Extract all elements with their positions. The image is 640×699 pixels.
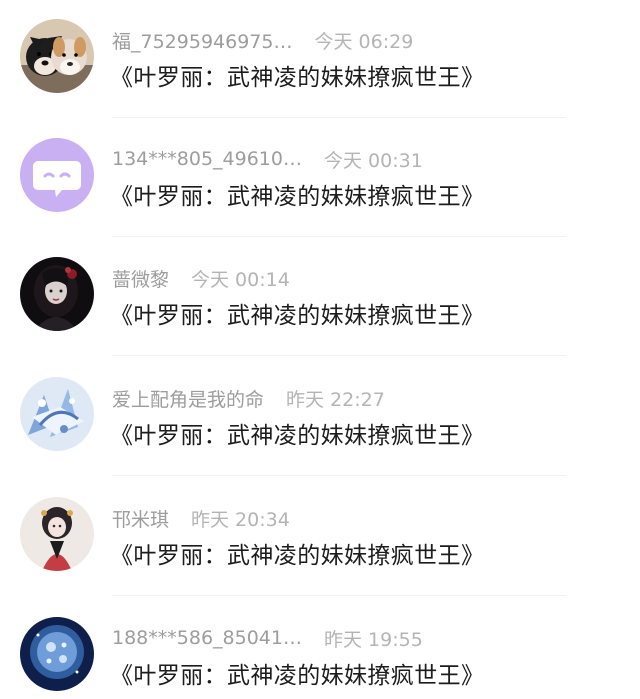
username[interactable]: 爱上配角是我的命 bbox=[112, 385, 264, 412]
default-chat-avatar[interactable] bbox=[20, 138, 94, 212]
blue-moon-avatar[interactable] bbox=[20, 617, 94, 691]
comment-meta: 爱上配角是我的命 昨天 22:27 bbox=[112, 384, 385, 412]
timestamp: 今天 06:29 bbox=[314, 30, 414, 53]
divider bbox=[112, 355, 566, 356]
username[interactable]: 福_75295946975… bbox=[112, 27, 292, 54]
comment-meta: 134***805_49610… 今天 00:31 bbox=[112, 145, 423, 173]
username[interactable]: 邗米琪 bbox=[112, 505, 169, 532]
comment-text: 《叶罗丽：武神凌的妹妹撩疯世王》 bbox=[110, 184, 485, 210]
comment-meta: 188***586_85041… 昨天 19:55 bbox=[112, 624, 423, 652]
comment-item[interactable]: 福_75295946975… 今天 06:29 《叶罗丽：武神凌的妹妹撩疯世王》 bbox=[0, 0, 640, 120]
comment-list: 福_75295946975… 今天 06:29 《叶罗丽：武神凌的妹妹撩疯世王》… bbox=[0, 0, 640, 699]
comment-meta: 邗米琪 昨天 20:34 bbox=[112, 504, 290, 532]
comment-item[interactable]: 蔷微黎 今天 00:14 《叶罗丽：武神凌的妹妹撩疯世王》 bbox=[0, 238, 640, 358]
crystal-dragon-avatar[interactable] bbox=[20, 377, 94, 451]
comment-item[interactable]: 134***805_49610… 今天 00:31 《叶罗丽：武神凌的妹妹撩疯世… bbox=[0, 119, 640, 239]
anime-girl-avatar[interactable] bbox=[20, 497, 94, 571]
comment-meta: 蔷微黎 今天 00:14 bbox=[112, 264, 290, 292]
dogs-avatar[interactable] bbox=[20, 19, 94, 93]
username[interactable]: 188***586_85041… bbox=[112, 627, 302, 649]
username[interactable]: 134***805_49610… bbox=[112, 148, 302, 170]
comment-text: 《叶罗丽：武神凌的妹妹撩疯世王》 bbox=[110, 423, 485, 449]
divider bbox=[112, 595, 566, 596]
dark-girl-avatar[interactable] bbox=[20, 257, 94, 331]
comment-text: 《叶罗丽：武神凌的妹妹撩疯世王》 bbox=[110, 65, 485, 91]
comment-text: 《叶罗丽：武神凌的妹妹撩疯世王》 bbox=[110, 543, 485, 569]
timestamp: 今天 00:31 bbox=[323, 149, 423, 172]
comment-item[interactable]: 188***586_85041… 昨天 19:55 《叶罗丽：武神凌的妹妹撩疯世… bbox=[0, 598, 640, 699]
comment-text: 《叶罗丽：武神凌的妹妹撩疯世王》 bbox=[110, 663, 485, 689]
timestamp: 今天 00:14 bbox=[191, 268, 290, 291]
comment-item[interactable]: 邗米琪 昨天 20:34 《叶罗丽：武神凌的妹妹撩疯世王》 bbox=[0, 478, 640, 598]
username[interactable]: 蔷微黎 bbox=[112, 265, 169, 292]
divider bbox=[112, 117, 566, 118]
timestamp: 昨天 20:34 bbox=[191, 508, 290, 531]
comment-meta: 福_75295946975… 今天 06:29 bbox=[112, 26, 413, 54]
timestamp: 昨天 19:55 bbox=[323, 628, 423, 651]
comment-item[interactable]: 爱上配角是我的命 昨天 22:27 《叶罗丽：武神凌的妹妹撩疯世王》 bbox=[0, 358, 640, 478]
divider bbox=[112, 236, 566, 237]
divider bbox=[112, 475, 566, 476]
comment-text: 《叶罗丽：武神凌的妹妹撩疯世王》 bbox=[110, 303, 485, 329]
timestamp: 昨天 22:27 bbox=[286, 388, 385, 411]
